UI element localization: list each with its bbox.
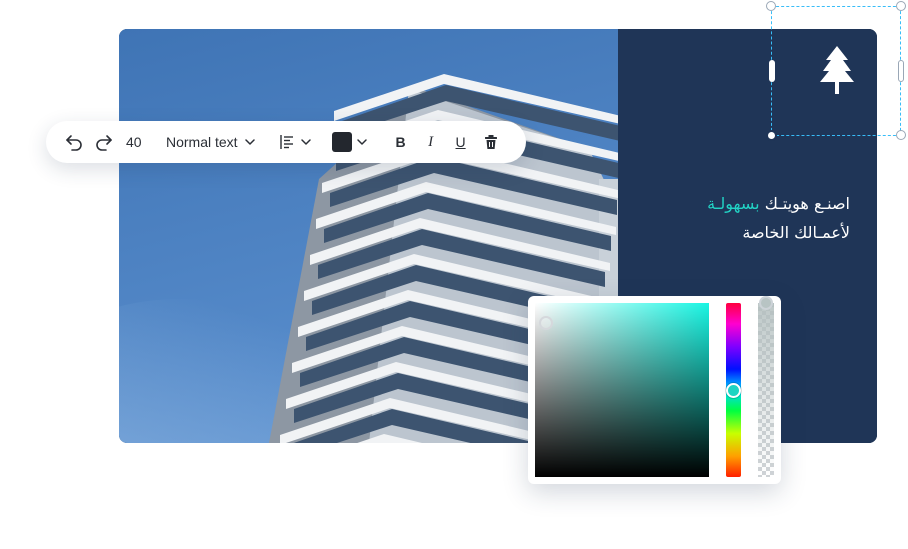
chevron-down-icon xyxy=(356,139,367,145)
trash-icon xyxy=(484,135,497,149)
delete-button[interactable] xyxy=(476,127,506,157)
selection-handle-top-left[interactable] xyxy=(766,1,776,11)
headline-line-1: اصنـع هويتـك بسهولـة xyxy=(620,189,850,218)
text-style-dropdown[interactable]: Normal text xyxy=(166,134,256,150)
headline-plain-text: اصنـع هويتـك xyxy=(759,194,850,213)
hue-handle[interactable] xyxy=(726,383,741,398)
italic-button[interactable]: I xyxy=(416,127,446,157)
undo-icon xyxy=(66,135,82,151)
redo-button[interactable] xyxy=(94,132,114,152)
tree-icon[interactable] xyxy=(819,46,855,96)
headline-accent-text: بسهولـة xyxy=(707,194,760,213)
redo-icon xyxy=(96,135,112,151)
text-align-dropdown[interactable] xyxy=(278,133,312,151)
opacity-slider[interactable] xyxy=(758,303,774,477)
selection-handle-top-right[interactable] xyxy=(896,1,906,11)
chevron-down-icon xyxy=(300,139,311,145)
chevron-down-icon xyxy=(244,139,255,145)
text-color-swatch xyxy=(331,132,352,152)
text-toolbar: 40 Normal text B I U xyxy=(46,121,526,163)
color-picker-popover xyxy=(528,296,781,484)
bold-icon: B xyxy=(395,134,406,150)
align-left-icon xyxy=(279,135,293,149)
headline-line-2: لأعمـالك الخاصة xyxy=(742,223,850,242)
selection-handle-bottom-right[interactable] xyxy=(896,130,906,140)
text-style-label: Normal text xyxy=(166,134,238,150)
font-size-field[interactable]: 40 xyxy=(126,134,152,150)
saturation-brightness-area[interactable] xyxy=(535,303,709,477)
text-color-dropdown[interactable] xyxy=(331,132,368,152)
headline-text[interactable]: اصنـع هويتـك بسهولـة لأعمـالك الخاصة xyxy=(620,189,850,247)
underline-button[interactable]: U xyxy=(446,127,476,157)
selection-handle-bottom-left[interactable] xyxy=(766,130,777,141)
undo-button[interactable] xyxy=(64,132,84,152)
underline-icon: U xyxy=(455,134,466,150)
resize-handle-left[interactable] xyxy=(769,60,775,82)
resize-handle-right[interactable] xyxy=(898,60,904,82)
italic-icon: I xyxy=(428,133,434,150)
saturation-handle[interactable] xyxy=(539,316,553,330)
bold-button[interactable]: B xyxy=(386,127,416,157)
opacity-handle[interactable] xyxy=(759,296,773,310)
